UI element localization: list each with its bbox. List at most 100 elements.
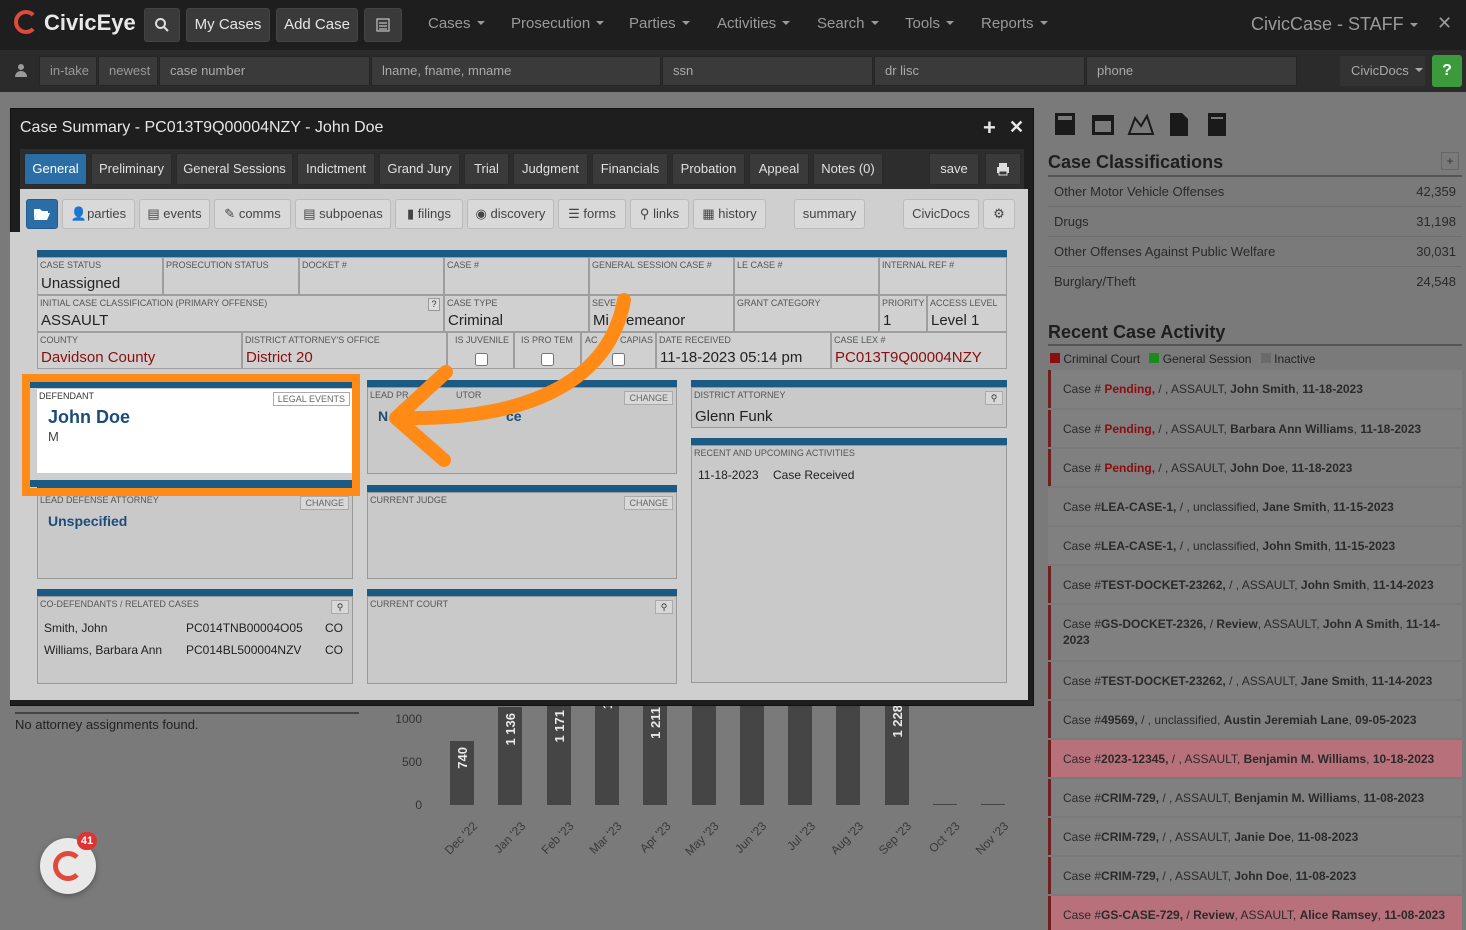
activity-item[interactable]: Case #CRIM-729, / , ASSAULT, John Doe, 1… — [1048, 857, 1462, 894]
print-icon — [997, 163, 1009, 176]
menu-parties[interactable]: Parties — [629, 15, 690, 32]
events-button[interactable]: ▤ events — [139, 199, 210, 229]
parties-button[interactable]: 👤parties — [62, 199, 135, 229]
search-icon[interactable]: ⚲ — [985, 391, 1003, 405]
menu-activities[interactable]: Activities — [717, 15, 791, 32]
activity-item[interactable]: Case # Pending, / , ASSAULT, Barbara Ann… — [1048, 410, 1462, 447]
menu-tools[interactable]: Tools — [905, 15, 955, 32]
gear-icon: ⚙ — [993, 206, 1005, 221]
date-received-field[interactable]: DATE RECEIVED 11-18-2023 05:14 pm — [656, 332, 831, 369]
classification-row[interactable]: Other Offenses Against Public Welfare 30,… — [1048, 237, 1462, 267]
civicdocs-dropdown[interactable]: CivicDocs — [1340, 56, 1425, 86]
tab-trial[interactable]: Trial — [464, 153, 509, 185]
search-icon — [155, 18, 169, 32]
menu-search[interactable]: Search — [817, 15, 879, 32]
tab-appeal[interactable]: Appeal — [749, 153, 809, 185]
highlight-box — [22, 374, 360, 496]
intake-toggle[interactable]: in-take — [39, 56, 97, 86]
calculator-button[interactable] — [364, 8, 402, 42]
add-classification-button[interactable]: + — [1441, 152, 1459, 170]
civicdocs-button[interactable]: CivicDocs — [903, 199, 979, 229]
chart-bar — [981, 804, 1006, 806]
summary-button[interactable]: summary — [794, 199, 865, 229]
forms-button[interactable]: ☰ forms — [558, 199, 626, 229]
brand-logo[interactable]: CivicEye — [14, 10, 136, 36]
priority-field[interactable]: PRIORITY 1 — [879, 295, 927, 332]
name-input[interactable]: lname, fname, mname — [371, 56, 661, 86]
activity-item[interactable]: Case #TEST-DOCKET-23262, / , ASSAULT, Ja… — [1048, 662, 1462, 699]
activity-item[interactable]: Case #CRIM-729, / , ASSAULT, Benjamin M.… — [1048, 779, 1462, 816]
prosecution-status-field[interactable]: PROSECUTION STATUS — [163, 257, 299, 295]
grant-category-field[interactable]: GRANT CATEGORY — [734, 295, 879, 332]
table-row[interactable]: Smith, John PC014TNB00004O05 CO — [44, 621, 343, 635]
activity-item[interactable]: Case #GS-DOCKET-2326, / Review, ASSAULT,… — [1048, 605, 1462, 660]
activity-item[interactable]: Case # Pending, / , ASSAULT, John Smith,… — [1048, 370, 1462, 408]
activity-item[interactable]: Case # Pending, / , ASSAULT, John Doe, 1… — [1048, 449, 1462, 486]
search-button[interactable] — [144, 8, 180, 42]
classification-row[interactable]: Other Motor Vehicle Offenses 42,359 — [1048, 177, 1462, 207]
filings-button[interactable]: ▮ filings — [395, 199, 463, 229]
co-defendants-panel: CO-DEFENDANTS / RELATED CASES ⚲ Smith, J… — [37, 596, 353, 684]
tab-notes[interactable]: Notes (0) — [813, 153, 883, 185]
activity-item[interactable]: Case #TEST-DOCKET-23262, / , ASSAULT, Jo… — [1048, 566, 1462, 603]
print-button[interactable] — [985, 153, 1021, 185]
settings-button[interactable]: ⚙ — [983, 199, 1015, 229]
activity-item[interactable]: Case #LEA-CASE-1, / , unclassified, Jane… — [1048, 488, 1462, 525]
menu-reports[interactable]: Reports — [981, 15, 1048, 32]
tab-judgment[interactable]: Judgment — [513, 153, 588, 185]
tab-indictment[interactable]: Indictment — [297, 153, 375, 185]
activity-item[interactable]: Case #GS-CASE-729, / Review, ASSAULT, Al… — [1048, 896, 1462, 930]
header-bar — [37, 589, 353, 596]
table-row[interactable]: Williams, Barbara Ann PC014BL500004NZV C… — [44, 643, 343, 657]
discovery-button[interactable]: ◉ discovery — [467, 199, 554, 229]
tab-financials[interactable]: Financials — [592, 153, 668, 185]
list-icon: ☰ — [568, 206, 584, 221]
close-icon[interactable]: ✕ — [1437, 13, 1452, 34]
change-button[interactable]: CHANGE — [624, 496, 673, 510]
save-button[interactable]: save — [929, 153, 979, 185]
menu-cases[interactable]: Cases — [428, 15, 485, 32]
le-case-field[interactable]: LE CASE # — [734, 257, 879, 295]
case-number-input[interactable]: case number — [159, 56, 370, 86]
change-button[interactable]: CHANGE — [300, 496, 349, 510]
links-button[interactable]: ⚲ links — [630, 199, 689, 229]
tab-preliminary[interactable]: Preliminary — [91, 153, 172, 185]
search-icon[interactable]: ⚲ — [331, 600, 349, 614]
activity-item[interactable]: Case #CRIM-729, / , ASSAULT, Janie Doe, … — [1048, 818, 1462, 855]
x-tick-label: Dec '22 — [441, 819, 480, 858]
annotation-arrow-icon — [389, 293, 631, 467]
internal-ref-field[interactable]: INTERNAL REF # — [879, 257, 1007, 295]
case-status-field[interactable]: CASE STATUS Unassigned — [37, 257, 163, 295]
search-icon[interactable]: ⚲ — [655, 600, 673, 614]
case-lex-field[interactable]: CASE LEX # PC013T9Q00004NZY — [831, 332, 1007, 369]
comms-button[interactable]: ✎ comms — [214, 199, 291, 229]
activity-item[interactable]: Case #2023-12345, / , ASSAULT, Benjamin … — [1048, 740, 1462, 777]
tab-probation[interactable]: Probation — [672, 153, 745, 185]
recent-event[interactable]: Case Received — [773, 468, 854, 482]
classification-row[interactable]: Drugs 31,198 — [1048, 207, 1462, 237]
tab-general-sessions[interactable]: General Sessions — [176, 153, 293, 185]
app-title-menu[interactable]: CivicCase - STAFF — [1251, 14, 1418, 35]
expand-icon[interactable]: + — [983, 115, 996, 141]
folder-button[interactable] — [26, 199, 58, 229]
menu-prosecution[interactable]: Prosecution — [511, 15, 605, 32]
help-button[interactable]: ? — [1432, 55, 1462, 87]
add-case-button[interactable]: Add Case — [276, 8, 358, 42]
history-button[interactable]: ▦ history — [693, 199, 766, 229]
tab-general[interactable]: General — [24, 153, 87, 185]
county-field[interactable]: COUNTY Davidson County — [37, 332, 242, 369]
ssn-input[interactable]: ssn — [662, 56, 873, 86]
subpoenas-button[interactable]: ▤ subpoenas — [295, 199, 391, 229]
phone-input[interactable]: phone — [1086, 56, 1297, 86]
classification-row[interactable]: Burglary/Theft 24,548 — [1048, 267, 1462, 297]
newest-toggle[interactable]: newest — [98, 56, 158, 86]
legend-swatch — [1050, 353, 1060, 363]
access-level-field[interactable]: ACCESS LEVEL Level 1 — [927, 295, 1007, 332]
dr-lisc-input[interactable]: dr lisc — [874, 56, 1085, 86]
activity-item[interactable]: Case #LEA-CASE-1, / , unclassified, John… — [1048, 527, 1462, 564]
close-modal-icon[interactable]: ✕ — [1009, 117, 1024, 138]
header-bar — [691, 438, 1007, 445]
activity-item[interactable]: Case #49569, / , unclassified, Austin Je… — [1048, 701, 1462, 738]
my-cases-button[interactable]: My Cases — [186, 8, 270, 42]
tab-grand-jury[interactable]: Grand Jury — [379, 153, 460, 185]
